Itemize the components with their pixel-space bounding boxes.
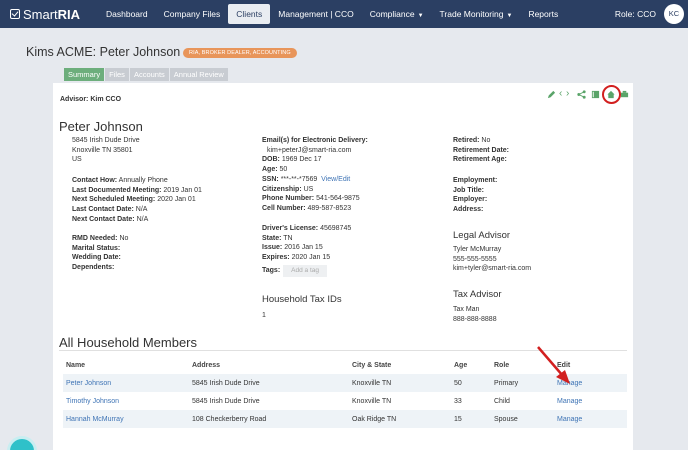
nav-compliance[interactable]: Compliance ▼ xyxy=(362,4,432,24)
nav-compliance-label: Compliance xyxy=(369,9,415,19)
nav-links: Dashboard Company Files Clients Manageme… xyxy=(98,0,566,28)
avatar[interactable]: KC xyxy=(664,4,684,24)
annotation-arrow xyxy=(537,346,570,384)
client-tabs: Summary Files Accounts Annual Review xyxy=(64,68,229,81)
nav-trade-monitoring[interactable]: Trade Monitoring ▼ xyxy=(432,4,521,24)
nav-company-files[interactable]: Company Files xyxy=(156,4,229,24)
client-type-badge: RIA, BROKER DEALER, ACCOUNTING xyxy=(183,48,297,58)
page-title: Kims ACME: Peter Johnson xyxy=(26,45,181,59)
role-label[interactable]: Role: CCO xyxy=(615,0,656,28)
nav-clients[interactable]: Clients xyxy=(228,4,271,24)
chevron-down-icon: ▼ xyxy=(506,13,513,19)
logo-text-light: Smart xyxy=(23,6,58,22)
nav-reports[interactable]: Reports xyxy=(520,4,566,24)
tab-accounts[interactable]: Accounts xyxy=(129,68,169,81)
logo-text-bold: RIA xyxy=(57,6,81,22)
client-summary-card: Advisor: Kim CCO ‹ › Peter Johnson 5845 … xyxy=(53,83,633,450)
checkbox-logo-icon xyxy=(10,9,20,19)
tab-annual-review[interactable]: Annual Review xyxy=(169,68,228,81)
tab-files[interactable]: Files xyxy=(105,68,129,81)
tab-summary[interactable]: Summary xyxy=(64,68,105,81)
nav-dashboard[interactable]: Dashboard xyxy=(98,4,156,24)
top-navbar: SmartRIA Dashboard Company Files Clients… xyxy=(0,0,688,28)
nav-trade-monitoring-label: Trade Monitoring xyxy=(439,9,504,19)
chat-widget-button[interactable] xyxy=(7,436,37,450)
chevron-down-icon: ▼ xyxy=(417,13,424,19)
nav-management-cco[interactable]: Management | CCO xyxy=(270,4,361,24)
smartria-logo[interactable]: SmartRIA xyxy=(10,7,98,22)
